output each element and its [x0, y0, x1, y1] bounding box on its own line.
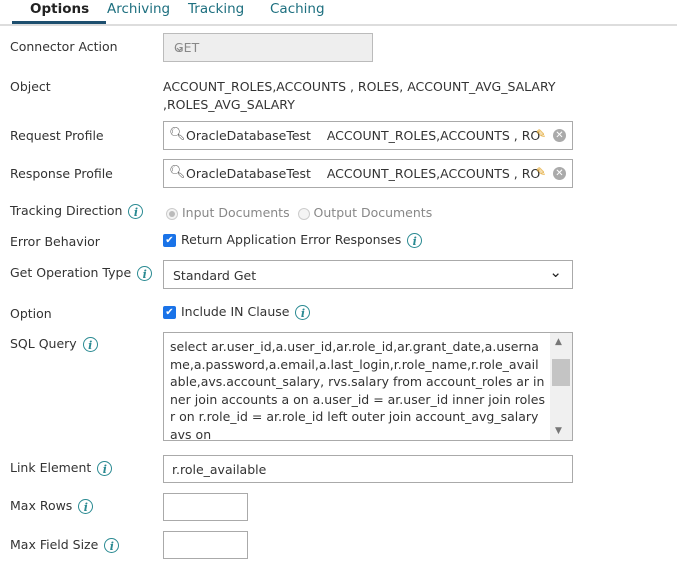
tab-options[interactable]: Options	[12, 1, 107, 24]
pencil-icon[interactable]: ✎	[536, 127, 546, 141]
clear-icon[interactable]: ✕	[553, 129, 566, 142]
tab-caching[interactable]: Caching	[270, 1, 325, 17]
output-documents-label: Output Documents	[313, 205, 433, 220]
connector-action-label: Connector Action	[10, 39, 118, 54]
get-operation-type-label: Get Operation Type i	[10, 265, 153, 281]
info-icon[interactable]: i	[295, 305, 311, 320]
error-behavior-option: ✔ Return Application Error Responses i	[163, 232, 423, 248]
get-operation-type-value: Standard Get	[173, 268, 257, 283]
max-field-size-text: Max Field Size	[10, 537, 99, 552]
link-element-text: Link Element	[10, 460, 92, 475]
tracking-direction-text: Tracking Direction	[10, 203, 123, 218]
error-behavior-label: Error Behavior	[10, 234, 100, 249]
max-rows-input[interactable]	[163, 493, 248, 521]
tab-archiving[interactable]: Archiving	[107, 1, 170, 17]
max-field-size-input[interactable]	[163, 531, 248, 559]
max-rows-text: Max Rows	[10, 498, 73, 513]
chevron-down-icon: ⌄	[549, 263, 562, 281]
response-profile-value: OracleDatabaseTest ACCOUNT_ROLES,ACCOUNT…	[186, 166, 541, 181]
search-icon[interactable]: 🔍︎	[169, 165, 186, 180]
request-profile-label: Request Profile	[10, 128, 104, 143]
output-documents-radio[interactable]	[297, 207, 310, 220]
sql-query-value: select ar.user_id,a.user_id,ar.role_id,a…	[170, 339, 545, 441]
sql-query-label: SQL Query i	[10, 336, 98, 352]
tracking-direction-label: Tracking Direction i	[10, 203, 144, 219]
option-label: Option	[10, 306, 52, 321]
connector-action-select: GET ⌄	[163, 33, 373, 62]
info-icon[interactable]: i	[104, 538, 120, 553]
search-icon[interactable]: 🔍︎	[169, 127, 186, 142]
pencil-icon[interactable]: ✎	[536, 165, 546, 179]
object-value-line2: ,ROLES_AVG_SALARY	[163, 97, 295, 112]
sql-query-text: SQL Query	[10, 336, 77, 351]
object-label: Object	[10, 79, 51, 94]
sql-query-textarea[interactable]: select ar.user_id,a.user_id,ar.role_id,a…	[163, 332, 573, 441]
get-operation-type-select[interactable]: Standard Get ⌄	[163, 260, 573, 289]
info-icon[interactable]: i	[78, 499, 94, 514]
input-documents-radio[interactable]	[166, 207, 178, 220]
get-operation-type-text: Get Operation Type	[10, 265, 132, 280]
include-in-clause-option: ✔ Include IN Clause i	[163, 304, 311, 320]
link-element-label: Link Element i	[10, 460, 113, 476]
object-value-line1: ACCOUNT_ROLES,ACCOUNTS , ROLES, ACCOUNT_…	[163, 79, 556, 94]
tab-tracking[interactable]: Tracking	[188, 1, 244, 17]
scroll-up-icon[interactable]: ▲	[555, 337, 562, 347]
error-behavior-text: Return Application Error Responses	[181, 232, 402, 247]
info-icon[interactable]: i	[407, 233, 423, 248]
error-behavior-checkbox[interactable]: ✔	[163, 234, 176, 247]
link-element-input[interactable]	[163, 455, 573, 483]
max-rows-label: Max Rows i	[10, 498, 94, 514]
include-in-clause-text: Include IN Clause	[181, 304, 290, 319]
scrollbar[interactable]: ▲ ▼	[550, 333, 572, 440]
scrollbar-thumb[interactable]	[552, 359, 570, 386]
response-profile-field[interactable]: 🔍︎ OracleDatabaseTest ACCOUNT_ROLES,ACCOU…	[163, 159, 573, 188]
tab-bar: Options Archiving Tracking Caching	[0, 0, 677, 26]
request-profile-field[interactable]: 🔍︎ OracleDatabaseTest ACCOUNT_ROLES,ACCOU…	[163, 121, 573, 150]
request-profile-value: OracleDatabaseTest ACCOUNT_ROLES,ACCOUNT…	[186, 128, 541, 143]
include-in-clause-checkbox[interactable]: ✔	[163, 306, 176, 319]
input-documents-label: Input Documents	[181, 205, 290, 220]
chevron-down-icon: ⌄	[174, 40, 185, 55]
info-icon[interactable]: i	[137, 266, 153, 281]
response-profile-label: Response Profile	[10, 166, 113, 181]
clear-icon[interactable]: ✕	[553, 167, 566, 180]
scroll-down-icon[interactable]: ▼	[555, 426, 562, 436]
tracking-direction-radios: Input Documents Output Documents	[166, 205, 432, 220]
info-icon[interactable]: i	[97, 461, 113, 476]
max-field-size-label: Max Field Size i	[10, 537, 120, 553]
info-icon[interactable]: i	[128, 204, 144, 219]
info-icon[interactable]: i	[82, 337, 98, 352]
